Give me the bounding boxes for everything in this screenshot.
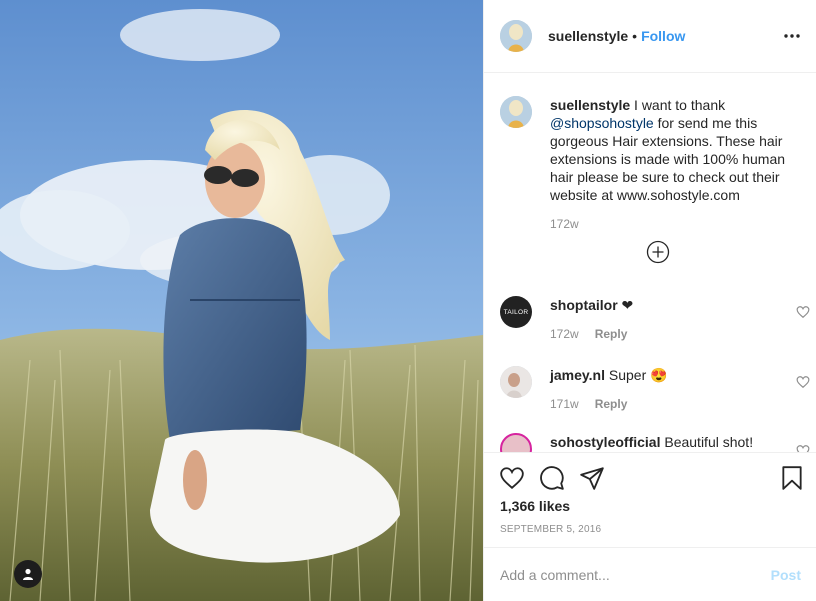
post-header: suellenstyle • Follow (484, 0, 816, 73)
tagged-users-button[interactable] (14, 560, 42, 588)
comment-time[interactable]: 171w (550, 397, 579, 411)
photo-illustration (0, 0, 483, 601)
caption-username[interactable]: suellenstyle (550, 97, 630, 113)
post-date: SEPTEMBER 5, 2016 (500, 524, 602, 535)
reply-button[interactable]: Reply (595, 397, 628, 411)
comment-body: Super 😍 (605, 367, 668, 383)
avatar-text: TAILOR (503, 308, 529, 316)
post-comment-button[interactable]: Post (771, 567, 801, 583)
comment-body: Beautiful shot! (660, 434, 754, 450)
comment-username[interactable]: shoptailor (550, 297, 618, 313)
comment-time[interactable]: 172w (550, 327, 579, 341)
more-horizontal-icon[interactable] (783, 28, 801, 44)
avatar[interactable] (500, 433, 532, 452)
post-actions: 1,366 likes SEPTEMBER 5, 2016 (484, 452, 816, 547)
add-comment-bar: Post (484, 547, 816, 601)
avatar[interactable] (500, 96, 532, 128)
likes-count[interactable]: 1,366 likes (500, 498, 570, 514)
post-photo[interactable] (0, 0, 483, 601)
heart-icon[interactable] (796, 444, 810, 452)
avatar[interactable] (500, 20, 532, 52)
plus-circle-icon[interactable] (646, 240, 670, 264)
avatar[interactable]: TAILOR (500, 296, 532, 328)
share-icon[interactable] (579, 465, 605, 491)
comment-input[interactable] (500, 566, 771, 583)
caption-mention[interactable]: @shopsohostyle (550, 115, 654, 131)
heart-icon[interactable] (796, 375, 810, 389)
user-icon (23, 568, 33, 580)
comment-icon[interactable] (539, 465, 565, 491)
comment-username[interactable]: sohostyleofficial (550, 434, 660, 450)
comments-list[interactable]: suellenstyle I want to thank @shopsohost… (484, 73, 816, 452)
comment-item: TAILOR shoptailor ❤ 172w Reply (500, 296, 810, 346)
comment-meta: 171w Reply (550, 397, 627, 411)
comment-text: jamey.nl Super 😍 (550, 366, 796, 384)
avatar-image (500, 20, 532, 52)
bookmark-icon[interactable] (779, 465, 805, 491)
comment-text: sohostyleofficial Beautiful shot! (550, 433, 796, 451)
post-author-username[interactable]: suellenstyle (548, 28, 628, 44)
avatar[interactable] (500, 366, 532, 398)
separator-dot: • (632, 28, 638, 44)
follow-button[interactable]: Follow (641, 28, 685, 44)
post-sidebar: suellenstyle • Follow suellenstyle I wan… (483, 0, 816, 601)
caption-text-before: I want to thank (630, 97, 726, 113)
avatar-image (500, 96, 532, 128)
post-modal: suellenstyle • Follow suellenstyle I wan… (0, 0, 816, 601)
comment-item: jamey.nl Super 😍 171w Reply (500, 366, 810, 416)
comment-text: shoptailor ❤ (550, 296, 796, 314)
comment-item: sohostyleofficial Beautiful shot! (500, 433, 810, 452)
caption-text: suellenstyle I want to thank @shopsohost… (550, 96, 796, 204)
avatar-image (500, 366, 532, 398)
comment-meta: 172w Reply (550, 327, 627, 341)
comment-username[interactable]: jamey.nl (550, 367, 605, 383)
heart-icon[interactable] (796, 305, 810, 319)
caption-time[interactable]: 172w (550, 217, 579, 231)
comment-body: ❤ (617, 297, 634, 313)
reply-button[interactable]: Reply (595, 327, 628, 341)
heart-icon[interactable] (499, 465, 525, 491)
